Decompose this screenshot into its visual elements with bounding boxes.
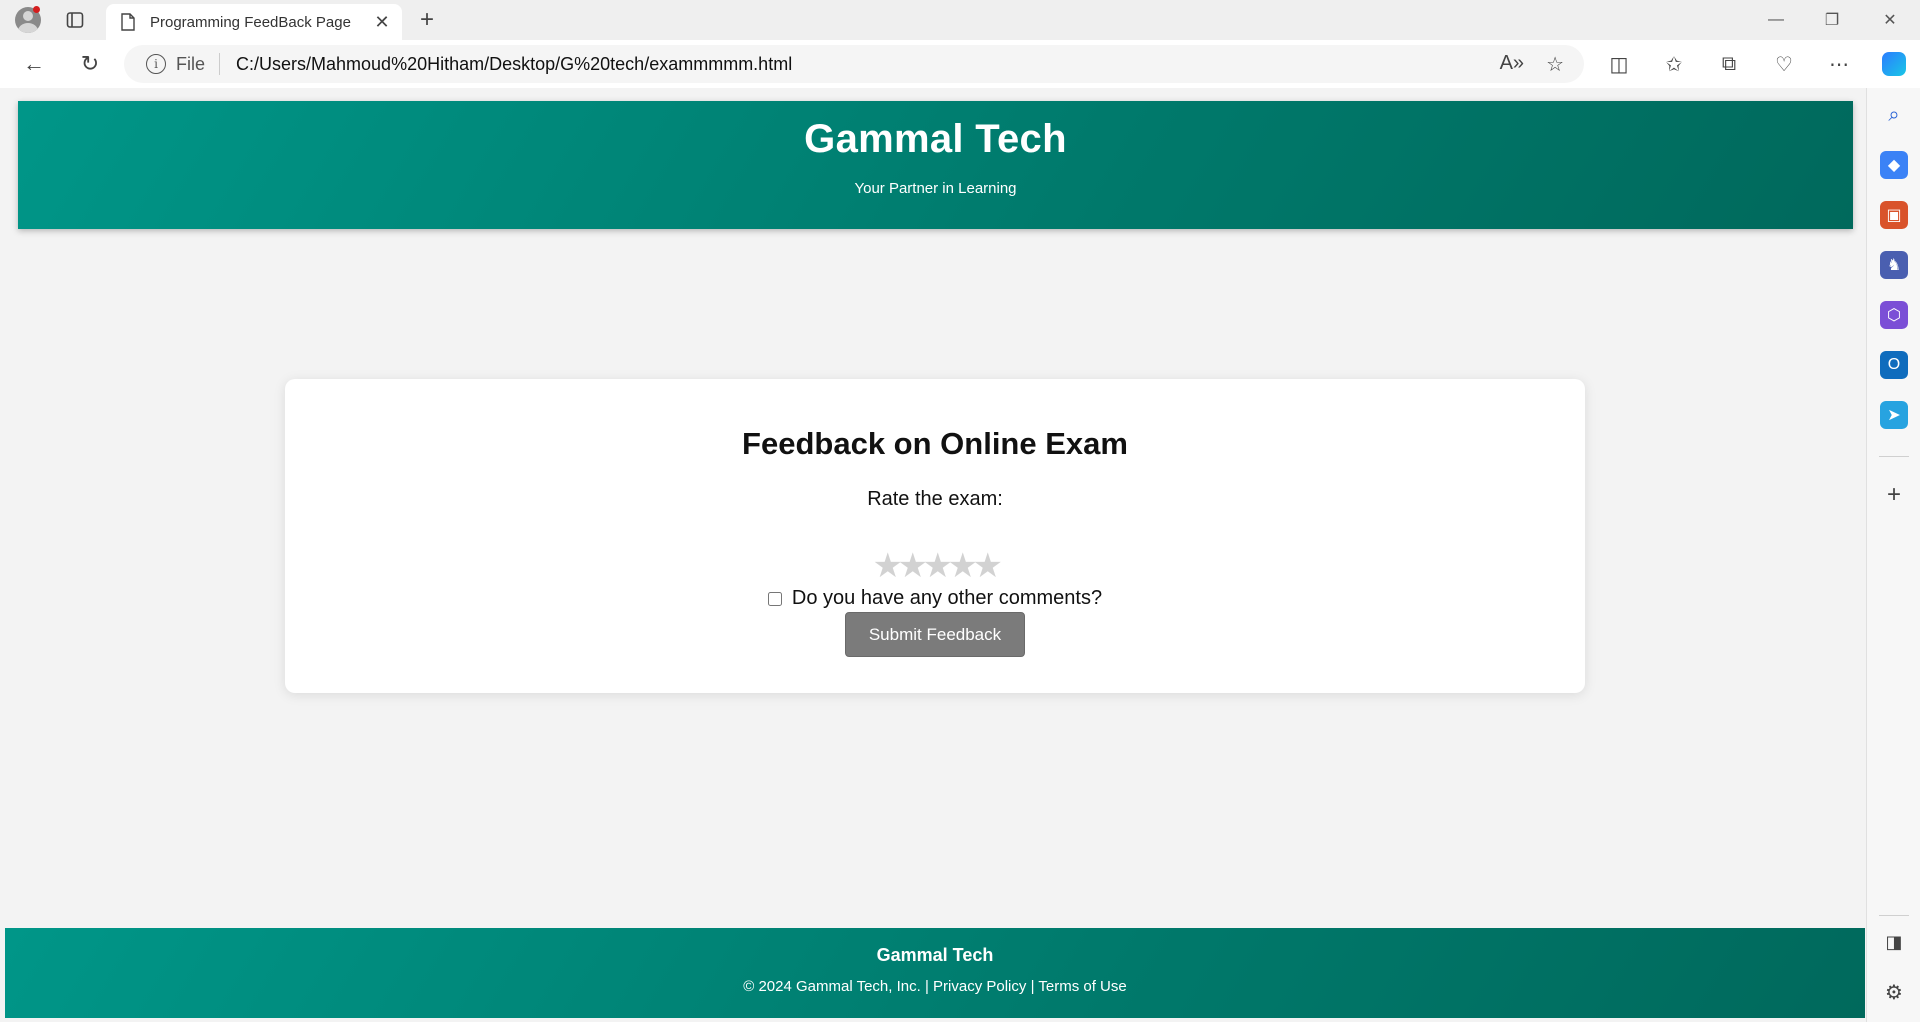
copilot-icon[interactable] xyxy=(1876,48,1912,80)
close-icon[interactable]: ✕ xyxy=(370,10,394,34)
tab-actions-icon[interactable] xyxy=(60,8,90,32)
favorites-icon[interactable]: ✩ xyxy=(1656,48,1692,80)
site-tagline: Your Partner in Learning xyxy=(854,180,1017,197)
submit-feedback-button[interactable]: Submit Feedback xyxy=(845,612,1025,657)
star-1[interactable]: ★ xyxy=(873,549,903,583)
outlook-icon[interactable]: O xyxy=(1880,351,1908,379)
rate-label: Rate the exam: xyxy=(867,488,1003,510)
feedback-card: Feedback on Online Exam Rate the exam: ★… xyxy=(285,379,1585,693)
games-icon[interactable]: ♞ xyxy=(1880,251,1908,279)
tab-bar: Programming FeedBack Page ✕ + — ❐ ✕ xyxy=(0,0,1920,40)
star-4[interactable]: ★ xyxy=(948,549,978,583)
address-url[interactable]: C:/Users/Mahmoud%20Hitham/Desktop/G%20te… xyxy=(236,54,792,75)
feedback-title: Feedback on Online Exam xyxy=(742,426,1128,461)
star-2[interactable]: ★ xyxy=(898,549,928,583)
browser-essentials-icon[interactable]: ♡ xyxy=(1766,48,1802,80)
privacy-policy-link[interactable]: Privacy Policy xyxy=(933,978,1026,995)
comments-checkbox[interactable] xyxy=(767,591,782,606)
comments-row: Do you have any other comments? xyxy=(285,587,1585,610)
add-icon[interactable]: + xyxy=(1880,481,1908,509)
split-screen-icon[interactable]: ◫ xyxy=(1601,48,1637,80)
footer-brand: Gammal Tech xyxy=(876,945,994,965)
sidebar-toggle-icon[interactable]: ◨ xyxy=(1880,928,1908,956)
star-3[interactable]: ★ xyxy=(923,549,953,583)
footer-separator: | xyxy=(1030,978,1035,995)
footer-legal: © 2024 Gammal Tech, Inc. | Privacy Polic… xyxy=(5,978,1865,995)
collections-icon[interactable]: ⧉ xyxy=(1711,48,1747,80)
footer-separator: | xyxy=(924,978,929,995)
read-aloud-icon[interactable]: A» xyxy=(1500,52,1524,77)
address-scheme: File xyxy=(176,53,206,74)
tools-icon[interactable]: ▣ xyxy=(1880,201,1908,229)
terms-of-use-link[interactable]: Terms of Use xyxy=(1038,978,1126,995)
minimize-icon[interactable]: — xyxy=(1748,0,1804,40)
shopping-icon[interactable]: ◆ xyxy=(1880,151,1908,179)
star-rating: ★ ★ ★ ★ ★ xyxy=(285,549,1585,583)
edge-sidebar: ⌕ ◆ ▣ ♞ ⬡ O ➤ + ◨ ⚙ xyxy=(1866,88,1920,1022)
page-viewport: Gammal Tech Your Partner in Learning Fee… xyxy=(5,88,1865,1018)
footer-copyright: © 2024 Gammal Tech, Inc. xyxy=(743,978,921,995)
drop-icon[interactable]: ➤ xyxy=(1880,401,1908,429)
settings-icon[interactable]: ⚙ xyxy=(1880,978,1908,1006)
sidebar-divider xyxy=(1879,915,1909,916)
active-tab[interactable]: Programming FeedBack Page ✕ xyxy=(106,4,402,40)
refresh-icon[interactable]: ↻ xyxy=(72,48,108,80)
window-close-icon[interactable]: ✕ xyxy=(1862,0,1918,40)
restore-icon[interactable]: ❐ xyxy=(1804,0,1860,40)
more-icon[interactable]: ⋯ xyxy=(1821,48,1857,80)
tab-title: Programming FeedBack Page xyxy=(150,13,351,31)
favorite-star-icon[interactable]: ☆ xyxy=(1546,52,1564,77)
star-5[interactable]: ★ xyxy=(973,549,1003,583)
address-divider xyxy=(219,53,221,75)
sidebar-divider xyxy=(1879,456,1909,457)
site-header: Gammal Tech Your Partner in Learning xyxy=(18,101,1853,229)
plus-icon[interactable]: + xyxy=(412,6,442,34)
address-bar[interactable]: i File C:/Users/Mahmoud%20Hitham/Desktop… xyxy=(124,45,1584,83)
toolbar: ← ↻ i File C:/Users/Mahmoud%20Hitham/Des… xyxy=(0,40,1920,88)
site-footer: Gammal Tech © 2024 Gammal Tech, Inc. | P… xyxy=(5,928,1865,1018)
page-icon xyxy=(120,13,136,31)
comments-label: Do you have any other comments? xyxy=(791,587,1103,609)
microsoft365-icon[interactable]: ⬡ xyxy=(1880,301,1908,329)
back-icon[interactable]: ← xyxy=(16,48,52,80)
info-icon[interactable]: i xyxy=(146,54,166,74)
site-title: Gammal Tech xyxy=(804,117,1067,161)
search-icon[interactable]: ⌕ xyxy=(1880,101,1908,129)
profile-icon[interactable] xyxy=(10,4,46,36)
